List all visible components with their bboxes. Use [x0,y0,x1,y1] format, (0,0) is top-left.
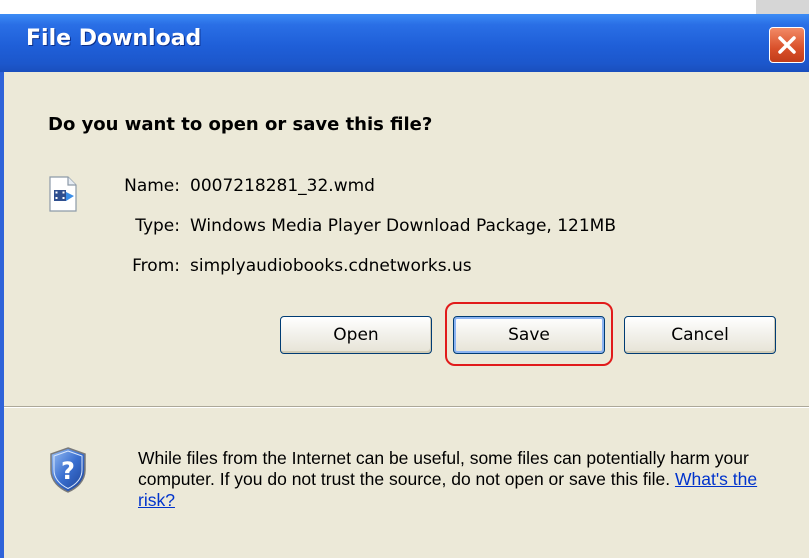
dialog-body: Do you want to open or save this file? N… [4,72,809,558]
window-title: File Download [26,26,202,51]
file-name-value: 0007218281_32.wmd [190,176,375,196]
open-button[interactable]: Open [280,316,432,354]
file-name-label: Name: [124,176,180,196]
media-file-icon [48,176,78,216]
file-type-label: Type: [135,216,180,236]
background-window-edge [756,0,809,14]
security-warning: While files from the Internet can be use… [138,448,798,511]
cancel-button[interactable]: Cancel [624,316,776,354]
file-source-value: simplyaudiobooks.cdnetworks.us [190,256,472,276]
file-source-label: From: [132,256,180,276]
close-icon [778,36,796,54]
close-button[interactable] [769,27,805,63]
dialog-question: Do you want to open or save this file? [48,114,433,135]
save-highlight-annotation [445,302,613,366]
warning-text: While files from the Internet can be use… [138,448,749,489]
file-type-value: Windows Media Player Download Package, 1… [190,216,617,236]
svg-text:?: ? [61,457,75,485]
divider-highlight [4,407,809,408]
title-bar[interactable]: File Download [0,14,809,72]
file-download-dialog: File Download Do you want to open or sav… [0,14,809,558]
shield-question-icon: ? [48,446,88,498]
